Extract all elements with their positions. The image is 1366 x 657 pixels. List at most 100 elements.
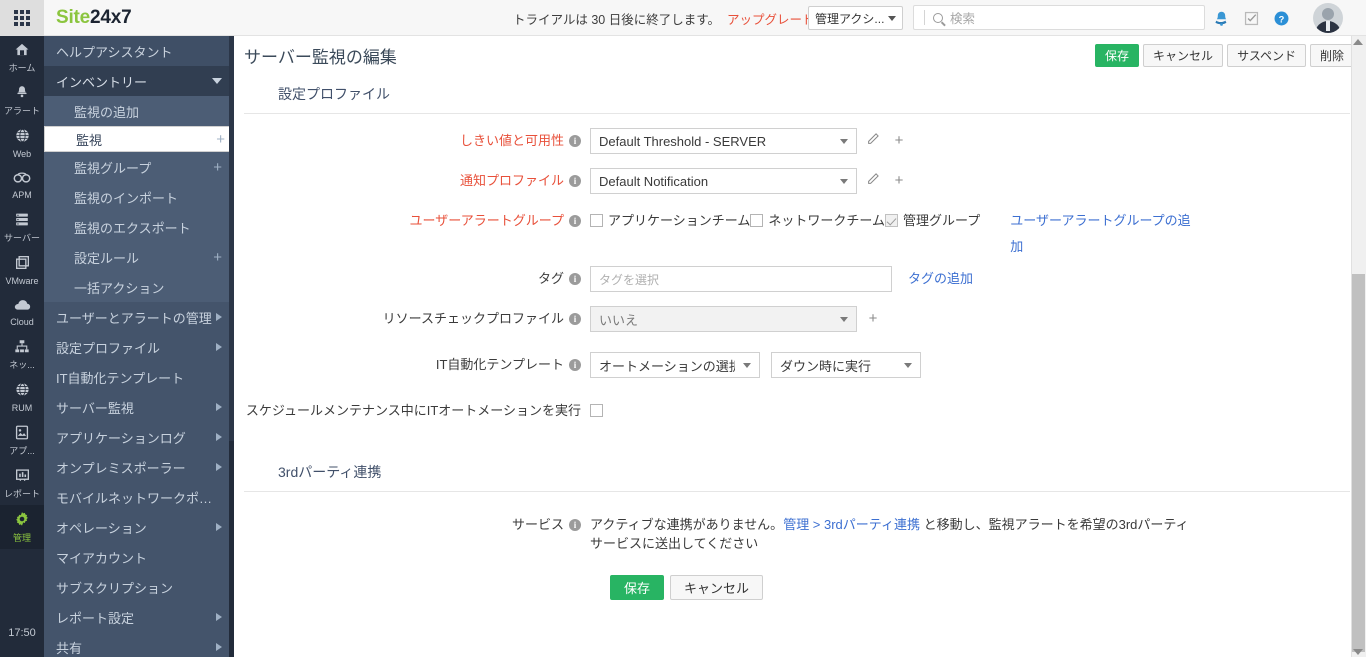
rail-item-admin-gear[interactable]: 管理: [0, 505, 44, 549]
apps-grid-icon[interactable]: [0, 0, 44, 36]
sidebar-item[interactable]: モバイルネットワークポー...: [44, 482, 234, 512]
alert-group-checkbox[interactable]: [884, 214, 898, 227]
page-scrollbar[interactable]: [1351, 36, 1366, 657]
third-party-integration-link[interactable]: 管理 > 3rdパーティ連携: [783, 517, 920, 532]
sidebar-subitem[interactable]: 一括アクション: [44, 272, 234, 302]
tasks-icon[interactable]: [1243, 10, 1260, 27]
rail-item-reports[interactable]: レポート: [0, 462, 44, 505]
reports-icon: [0, 468, 44, 487]
label-it-automation: IT自動化テンプレート i: [234, 352, 590, 378]
sidebar-item[interactable]: IT自動化テンプレート: [44, 362, 234, 392]
add-plus-icon[interactable]: +: [889, 132, 909, 150]
search-input[interactable]: 検索: [913, 5, 1205, 30]
edit-pencil-icon[interactable]: [863, 172, 883, 191]
add-plus-icon[interactable]: +: [216, 132, 225, 147]
avatar-head: [1322, 8, 1334, 20]
sidebar-item[interactable]: ユーザーとアラートの管理: [44, 302, 234, 332]
notification-select[interactable]: Default Notification: [590, 168, 857, 194]
info-icon[interactable]: i: [569, 359, 581, 371]
sidebar-item[interactable]: マイアカウント: [44, 542, 234, 572]
icon-rail: ホーム アラート Web APM サーバー VMware Cloud ネッ... RUM アプ..…: [0, 36, 44, 657]
alert-group-checkbox[interactable]: [750, 214, 764, 227]
cancel-button-bottom[interactable]: キャンセル: [670, 575, 764, 600]
sidebar-subitem[interactable]: 監視の追加: [44, 96, 234, 126]
automation-trigger-select[interactable]: ダウン時に実行: [771, 352, 921, 378]
add-plus-icon[interactable]: +: [213, 250, 222, 265]
sidebar-subitem-label: 監視のインポート: [74, 190, 179, 206]
account-selector[interactable]: 管理アクシ...: [808, 6, 903, 30]
info-icon[interactable]: i: [569, 519, 581, 531]
rail-item-label: APM: [12, 190, 32, 200]
sidebar-subitem[interactable]: 監視のインポート: [44, 182, 234, 212]
rail-item-mobile-app[interactable]: アプ...: [0, 419, 44, 462]
chevron-right-icon: [216, 403, 222, 411]
scroll-down-arrow-icon[interactable]: [1353, 649, 1363, 655]
sidebar-item[interactable]: サブスクリプション: [44, 572, 234, 602]
info-icon[interactable]: i: [569, 313, 581, 325]
automation-select[interactable]: オートメーションの選択: [590, 352, 760, 378]
add-tag-link[interactable]: タグの追加: [908, 266, 973, 292]
help-icon[interactable]: ?: [1273, 10, 1290, 27]
sidebar-item[interactable]: オンプレミスポーラー: [44, 452, 234, 482]
alert-group-checkbox-item[interactable]: ネットワークチーム: [750, 208, 885, 234]
notification-bell-icon[interactable]: [1213, 10, 1230, 27]
sidebar-item-label: モバイルネットワークポー...: [56, 490, 222, 506]
add-plus-icon[interactable]: +: [213, 160, 222, 175]
sidebar-item-label: ユーザーとアラートの管理: [56, 310, 212, 326]
search-icon: [933, 12, 943, 23]
add-plus-icon[interactable]: +: [889, 172, 909, 190]
info-icon[interactable]: i: [569, 215, 581, 227]
sidebar-item-label: 設定プロファイル: [56, 340, 161, 356]
save-button[interactable]: 保存: [1095, 43, 1140, 67]
tag-input[interactable]: タグを選択: [590, 266, 892, 292]
rail-item-vmware[interactable]: VMware: [0, 249, 44, 292]
info-icon[interactable]: i: [569, 273, 581, 285]
delete-button[interactable]: 削除: [1309, 43, 1354, 67]
alert-group-checkbox-item[interactable]: 管理グループ: [884, 208, 980, 234]
resource-check-select[interactable]: いいえ: [590, 306, 857, 332]
sidebar-subitem-label: 監視: [75, 130, 210, 149]
sidebar-subitem[interactable]: 監視 +: [44, 126, 234, 152]
sidebar-subitem[interactable]: 監視グループ +: [44, 152, 234, 182]
sidebar-group-inventory[interactable]: インベントリー: [44, 66, 234, 96]
label-notification-text: 通知プロファイル: [459, 173, 564, 188]
alert-group-checkbox[interactable]: [590, 214, 603, 227]
chevron-right-icon: [216, 313, 222, 321]
add-plus-icon[interactable]: +: [863, 310, 883, 328]
alert-group-checkbox-item[interactable]: アプリケーションチーム: [590, 208, 750, 234]
rail-item-network[interactable]: ネッ...: [0, 333, 44, 376]
sidebar-item-label: サブスクリプション: [56, 580, 174, 596]
rail-item-label: アプ...: [9, 446, 35, 456]
rail-item-web-globe[interactable]: Web: [0, 122, 44, 165]
sidebar-subitem[interactable]: 監視のエクスポート: [44, 212, 234, 242]
add-user-alert-group-link[interactable]: ユーザーアラートグループの追加: [1010, 213, 1190, 254]
cancel-button[interactable]: キャンセル: [1143, 43, 1224, 67]
sidebar-item[interactable]: 設定プロファイル: [44, 332, 234, 362]
sidebar-subitem[interactable]: 設定ルール +: [44, 242, 234, 272]
label-notification: 通知プロファイル i: [234, 168, 590, 194]
page-scrollbar-thumb[interactable]: [1352, 274, 1365, 652]
maintenance-automation-checkbox[interactable]: [590, 404, 603, 417]
sidebar-item[interactable]: オペレーション: [44, 512, 234, 542]
rail-item-apm[interactable]: APM: [0, 165, 44, 206]
info-icon[interactable]: i: [569, 135, 581, 147]
sidebar-item[interactable]: サーバー監視: [44, 392, 234, 422]
sidebar-item[interactable]: アプリケーションログ: [44, 422, 234, 452]
brand-logo[interactable]: Site24x7: [56, 7, 132, 29]
rail-item-rum-globe[interactable]: RUM: [0, 376, 44, 419]
rail-item-alert-bell[interactable]: アラート: [0, 79, 44, 122]
sidebar-item[interactable]: 共有: [44, 632, 234, 657]
info-icon[interactable]: i: [569, 175, 581, 187]
scroll-up-arrow-icon[interactable]: [1353, 39, 1363, 45]
sidebar-item-help-assistant[interactable]: ヘルプアシスタント: [44, 36, 234, 66]
suspend-button[interactable]: サスペンド: [1227, 43, 1306, 67]
sidebar-item[interactable]: レポート設定: [44, 602, 234, 632]
sidebar-item-label: IT自動化テンプレート: [56, 370, 185, 386]
avatar[interactable]: [1313, 3, 1343, 33]
rail-item-cloud[interactable]: Cloud: [0, 292, 44, 333]
rail-item-home[interactable]: ホーム: [0, 36, 44, 79]
save-button-bottom[interactable]: 保存: [610, 575, 665, 600]
threshold-select[interactable]: Default Threshold - SERVER: [590, 128, 857, 154]
edit-pencil-icon[interactable]: [863, 132, 883, 151]
rail-item-server-stack[interactable]: サーバー: [0, 206, 44, 249]
